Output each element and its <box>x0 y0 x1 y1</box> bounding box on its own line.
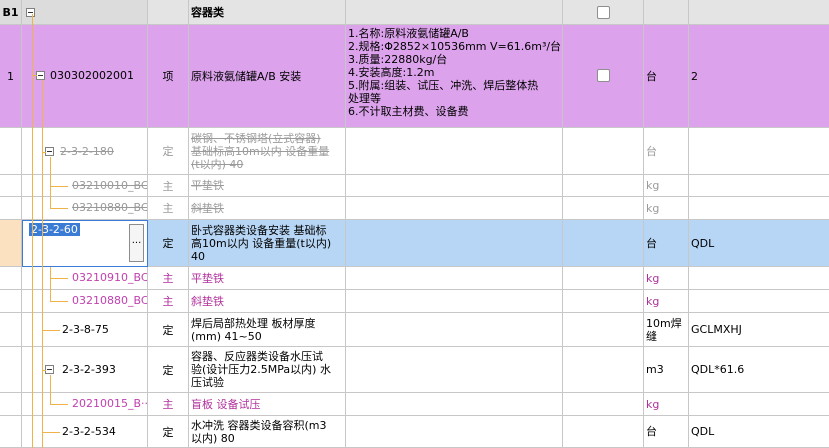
tree-line <box>42 432 60 433</box>
item-quantity: QDL <box>691 425 715 438</box>
item-type: 主 <box>148 290 189 313</box>
item-unit: kg <box>646 294 660 308</box>
item-description: 1.名称:原料液氨储罐A/B 2.规格:Φ2852×10536mm V=61.6… <box>348 27 562 118</box>
item-type: 主 <box>148 393 189 416</box>
item-code: 2-3-8-75 <box>62 323 109 336</box>
list-item-row[interactable]: 03210910_BC 主 平垫铁 kg <box>0 267 829 290</box>
list-item-row[interactable]: 20210015_B··· 主 盲板 设备试压 kg <box>0 393 829 416</box>
list-item-row-selected[interactable]: 2-3-2-60 ··· 定 卧式容器类设备安装 基础标 高10m以内 设备重量… <box>0 220 829 267</box>
item-unit: 10m焊 缝 <box>646 316 682 343</box>
tree-line <box>50 404 68 405</box>
item-unit: 台 <box>646 425 657 438</box>
tree-line <box>50 267 51 301</box>
item-name: 卧式容器类设备安装 基础标 高10m以内 设备重量(t以内) 40 <box>191 223 332 263</box>
item-code: 2-3-2-534 <box>62 425 116 438</box>
item-name: 碳钢、不锈钢塔(立式容器) 基础标高10m以内 设备重量 (t以内) 40 <box>191 131 330 171</box>
item-name: 水冲洗 容器类设备容积(m3 以内) 80 <box>191 418 327 445</box>
item-type: 定 <box>148 128 189 175</box>
item-type: 主 <box>148 197 189 220</box>
tree-line <box>32 14 33 448</box>
row-index: 1 <box>0 25 22 128</box>
item-code: 03210880_BC <box>72 294 148 307</box>
item-quantity: QDL*61.6 <box>691 363 745 376</box>
item-type: 定 <box>148 416 189 448</box>
budget-grid: B1 容器类 1 030302002001 项 原料液氨储罐A/B 安装 1.名… <box>0 0 829 448</box>
row-checkbox[interactable] <box>597 69 610 82</box>
item-name: 斜垫铁 <box>191 294 224 308</box>
header-id: B1 <box>0 0 22 25</box>
item-type: 主 <box>148 267 189 290</box>
item-code: 2-3-2-393 <box>62 363 116 376</box>
item-type: 定 <box>148 347 189 393</box>
item-quantity: QDL <box>691 236 715 250</box>
item-type: 定 <box>148 220 189 267</box>
list-item-row[interactable]: 2-3-8-75 定 焊后局部热处理 板材厚度 (mm) 41~50 10m焊 … <box>0 313 829 347</box>
collapse-toggle-icon[interactable] <box>26 8 35 17</box>
item-type: 主 <box>148 175 189 197</box>
list-item-row[interactable]: 03210010_BC 主 平垫铁 kg <box>0 175 829 197</box>
collapse-toggle-icon[interactable] <box>45 365 54 374</box>
code-editor-input[interactable]: 2-3-2-60 <box>29 223 80 236</box>
list-item-row[interactable]: 2-3-2-534 定 水冲洗 容器类设备容积(m3 以内) 80 台 QDL <box>0 416 829 448</box>
item-code: 03210010_BC <box>72 179 148 192</box>
item-code: 20210015_B··· <box>72 397 148 410</box>
item-code: 03210910_BC <box>72 271 148 284</box>
tree-line <box>32 75 37 76</box>
item-type: 项 <box>148 25 189 128</box>
item-code: 030302002001 <box>50 69 134 82</box>
tree-line <box>42 80 43 448</box>
list-item-row[interactable]: 03210880_BC 主 斜垫铁 kg <box>0 197 829 220</box>
item-unit: kg <box>646 397 660 411</box>
tree-line <box>50 186 68 187</box>
item-unit: kg <box>646 179 660 192</box>
item-unit: kg <box>646 201 660 215</box>
ellipsis-button[interactable]: ··· <box>129 224 144 262</box>
item-unit: kg <box>646 271 660 285</box>
item-name: 原料液氨储罐A/B 安装 <box>191 69 302 83</box>
list-item-row[interactable]: 03210880_BC 主 斜垫铁 kg <box>0 290 829 313</box>
header-checkbox[interactable] <box>597 6 610 19</box>
item-name: 平垫铁 <box>191 271 224 285</box>
item-code: 2-3-2-180 <box>60 145 114 158</box>
item-name: 斜垫铁 <box>191 201 224 215</box>
list-item-row[interactable]: 2-3-2-180 定 碳钢、不锈钢塔(立式容器) 基础标高10m以内 设备重量… <box>0 128 829 175</box>
category-name: 容器类 <box>191 5 224 19</box>
item-name: 平垫铁 <box>191 179 224 192</box>
tree-line <box>50 278 68 279</box>
tree-line <box>42 330 60 331</box>
collapse-toggle-icon[interactable] <box>36 71 45 80</box>
category-header-row: B1 容器类 <box>0 0 829 25</box>
item-name: 焊后局部热处理 板材厚度 (mm) 41~50 <box>191 316 316 343</box>
collapse-toggle-icon[interactable] <box>45 147 54 156</box>
item-name: 容器、反应器类设备水压试 验(设计压力2.5MPa以内) 水 压试验 <box>191 350 331 389</box>
list-item-row[interactable]: 2-3-2-393 定 容器、反应器类设备水压试 验(设计压力2.5MPa以内)… <box>0 347 829 393</box>
tree-line <box>50 375 51 405</box>
item-quantity: GCLMXHJ <box>691 323 742 336</box>
item-unit: 台 <box>646 69 657 83</box>
tree-line <box>50 208 68 209</box>
tree-line <box>50 301 68 302</box>
item-code: 03210880_BC <box>72 201 148 214</box>
item-unit: 台 <box>646 144 657 158</box>
item-type: 定 <box>148 313 189 347</box>
item-name: 盲板 设备试压 <box>191 397 261 411</box>
item-unit: m3 <box>646 363 664 376</box>
tree-line <box>42 152 46 153</box>
tree-line <box>42 370 46 371</box>
tree-line <box>50 157 51 208</box>
item-unit: 台 <box>646 236 657 250</box>
list-item-row[interactable]: 1 030302002001 项 原料液氨储罐A/B 安装 1.名称:原料液氨储… <box>0 25 829 128</box>
item-quantity: 2 <box>691 69 698 83</box>
